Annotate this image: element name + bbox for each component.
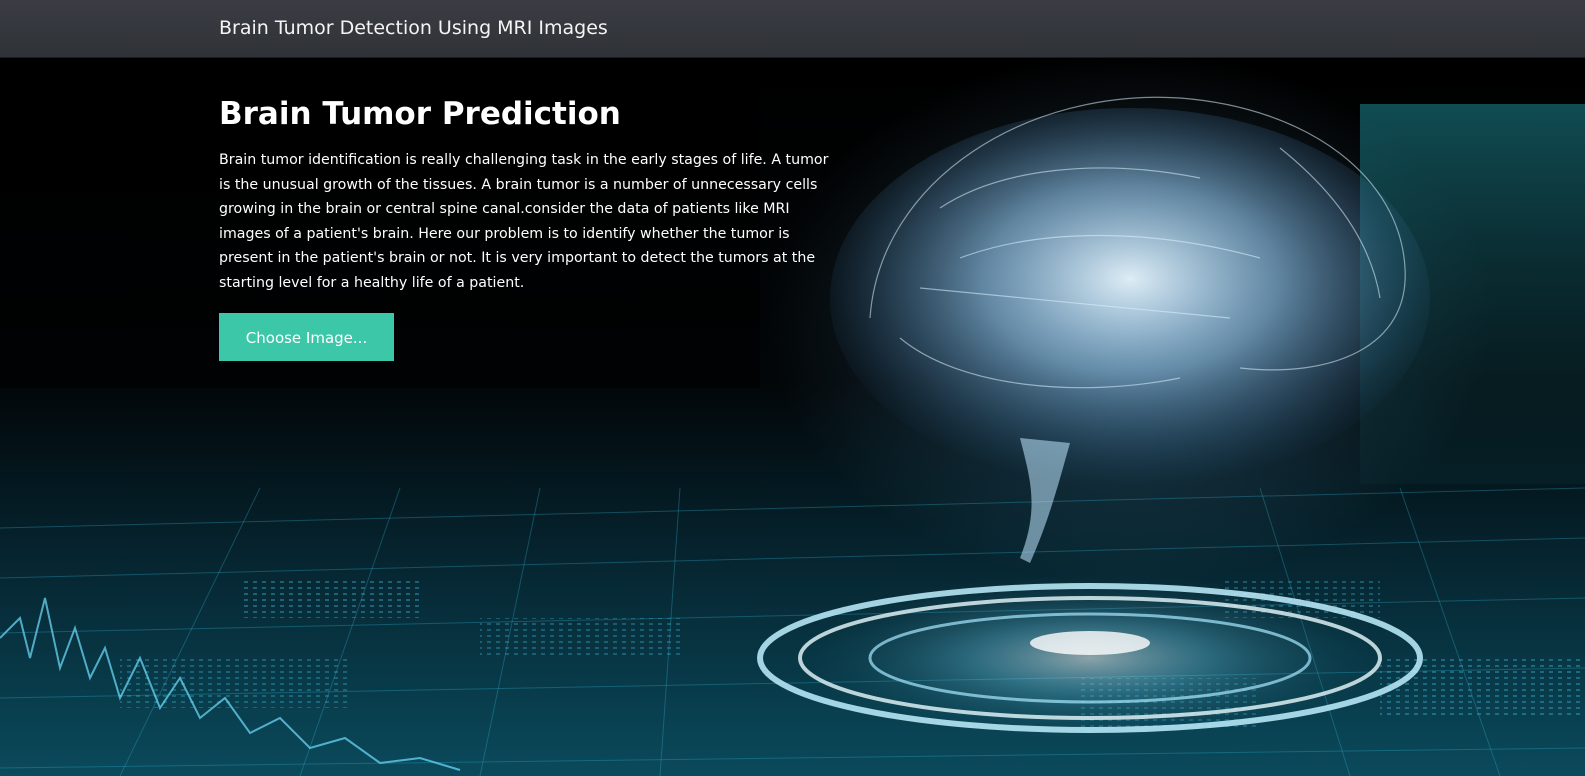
hero-section: Brain Tumor Prediction Brain tumor ident… [0,58,1585,776]
description-text: Brain tumor identification is really cha… [219,152,829,291]
page: Brain Tumor Detection Using MRI Images B… [0,0,1585,776]
brain-hologram [830,108,1430,488]
hero-content: Brain Tumor Prediction Brain tumor ident… [219,94,835,361]
page-title: Brain Tumor Prediction [219,96,621,132]
navbar: Brain Tumor Detection Using MRI Images [0,0,1585,58]
brain-stem [1020,438,1070,563]
choose-image-button[interactable]: Choose Image... [219,313,394,361]
navbar-brand[interactable]: Brain Tumor Detection Using MRI Images [219,17,608,39]
